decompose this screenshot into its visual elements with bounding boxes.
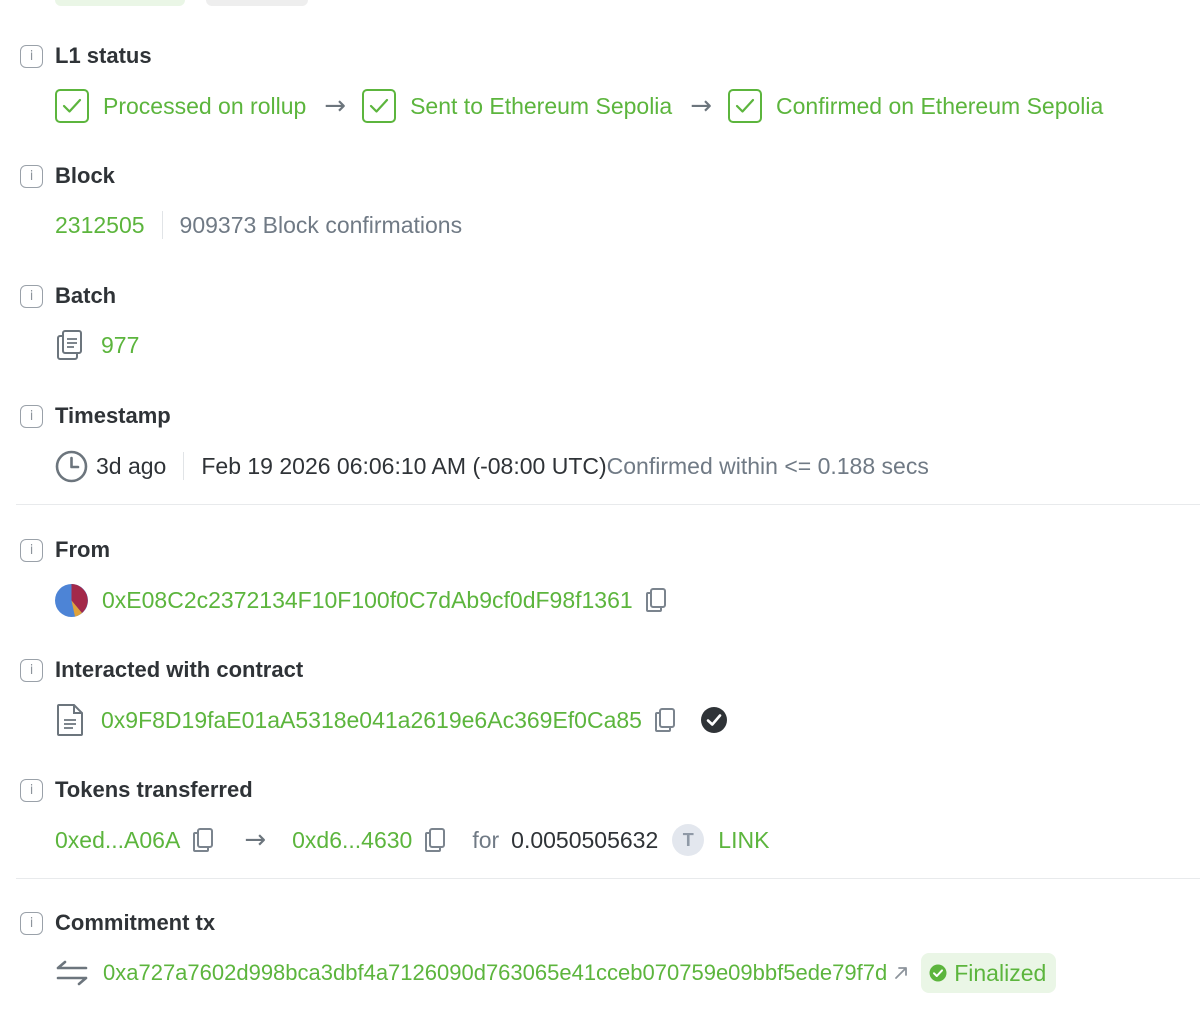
token-to-link[interactable]: 0xd6...4630 — [292, 827, 412, 854]
clock-icon — [55, 450, 88, 483]
batch-label: Batch — [55, 283, 117, 308]
arrow-right-icon: → — [244, 825, 267, 855]
commitment-hash-link[interactable]: 0xa727a7602d998bca3dbf4a7126090d763065e4… — [103, 960, 887, 986]
check-circle-icon — [929, 964, 947, 982]
divider — [161, 211, 163, 239]
check-icon — [728, 89, 762, 123]
from-label-row: i From — [20, 536, 110, 564]
token-logo-icon: T — [672, 824, 705, 856]
block-confirmations: 909373 Block confirmations — [179, 211, 463, 238]
contract-label-row: i Interacted with contract — [20, 656, 303, 684]
status-badge-label: Finalized — [954, 959, 1047, 986]
token-symbol-link[interactable]: LINK — [718, 827, 769, 854]
batch-label-row: i Batch — [20, 282, 116, 310]
avatar — [55, 583, 88, 617]
from-value-row: 0xE08C2c2372134F10F100f0C7dAb9cf0dF98f13… — [55, 580, 667, 620]
section-divider — [16, 878, 1200, 879]
block-label-row: i Block — [20, 162, 115, 190]
contract-value-row: 0x9F8D19faE01aA5318e041a2619e6Ac369Ef0Ca… — [55, 700, 728, 740]
step-processed: Processed on rollup — [103, 92, 307, 119]
step-confirmed: Confirmed on Ethereum Sepolia — [776, 92, 1104, 119]
verified-check-icon — [700, 706, 728, 734]
copy-icon[interactable] — [424, 827, 446, 853]
status-badge: Finalized — [921, 953, 1057, 993]
block-number-link[interactable]: 2312505 — [55, 212, 145, 239]
tokens-value-row: 0xed...A06A → 0xd6...4630 for 0.00505056… — [55, 820, 769, 860]
contract-label: Interacted with contract — [55, 657, 304, 682]
info-icon[interactable]: i — [20, 164, 43, 188]
l1-status-label-row: i L1 status — [20, 42, 152, 70]
arrow-right-icon: → — [324, 91, 347, 121]
batch-value-row: 977 — [55, 325, 139, 365]
info-icon[interactable]: i — [20, 911, 43, 935]
transaction-details: i L1 status Processed on rollup → Sent t… — [0, 0, 1200, 1023]
block-label: Block — [55, 163, 115, 188]
copy-icon[interactable] — [654, 707, 676, 733]
commitment-label-row: i Commitment tx — [20, 909, 215, 937]
step-sent: Sent to Ethereum Sepolia — [410, 92, 673, 119]
from-label: From — [55, 537, 110, 562]
from-address-link[interactable]: 0xE08C2c2372134F10F100f0C7dAb9cf0dF98f13… — [102, 587, 633, 614]
timestamp-absolute: Feb 19 2026 06:06:10 AM (-08:00 UTC) — [201, 452, 607, 479]
batch-icon — [55, 329, 85, 361]
info-icon[interactable]: i — [20, 538, 43, 562]
token-for-label: for — [472, 826, 500, 853]
batch-number-link[interactable]: 977 — [101, 332, 139, 359]
commitment-value-row: 0xa727a7602d998bca3dbf4a7126090d763065e4… — [55, 953, 1057, 993]
section-divider — [16, 504, 1200, 505]
external-link-icon[interactable] — [893, 965, 909, 981]
check-icon — [362, 89, 397, 123]
info-icon[interactable]: i — [20, 404, 43, 428]
token-amount: 0.0050505632 — [511, 826, 659, 853]
info-icon[interactable]: i — [20, 44, 43, 68]
copy-icon[interactable] — [645, 587, 667, 613]
token-from-link[interactable]: 0xed...A06A — [55, 827, 180, 854]
l1-status-label: L1 status — [55, 43, 152, 68]
timestamp-value-row: 3d ago Feb 19 2026 06:06:10 AM (-08:00 U… — [55, 446, 929, 486]
info-icon[interactable]: i — [20, 284, 43, 308]
divider — [183, 452, 185, 480]
tokens-label: Tokens transferred — [55, 777, 253, 802]
status-pill-top — [55, 0, 185, 6]
timestamp-relative: 3d ago — [96, 452, 167, 479]
info-icon[interactable]: i — [20, 778, 43, 802]
copy-icon[interactable] — [192, 827, 214, 853]
l1-status-steps: Processed on rollup → Sent to Ethereum S… — [55, 86, 1103, 126]
contract-address-link[interactable]: 0x9F8D19faE01aA5318e041a2619e6Ac369Ef0Ca… — [101, 707, 642, 734]
tokens-label-row: i Tokens transferred — [20, 776, 253, 804]
contract-file-icon — [55, 703, 85, 737]
swap-arrows-icon — [55, 959, 89, 987]
info-icon[interactable]: i — [20, 658, 43, 682]
timestamp-confirmed: Confirmed within <= 0.188 secs — [606, 452, 929, 479]
timestamp-label: Timestamp — [55, 403, 171, 428]
block-value-row: 2312505 909373 Block confirmations — [55, 205, 462, 245]
commitment-label: Commitment tx — [55, 910, 216, 935]
arrow-right-icon: → — [690, 91, 712, 121]
timestamp-label-row: i Timestamp — [20, 402, 171, 430]
method-pill-top — [206, 0, 308, 6]
check-icon — [55, 89, 89, 123]
